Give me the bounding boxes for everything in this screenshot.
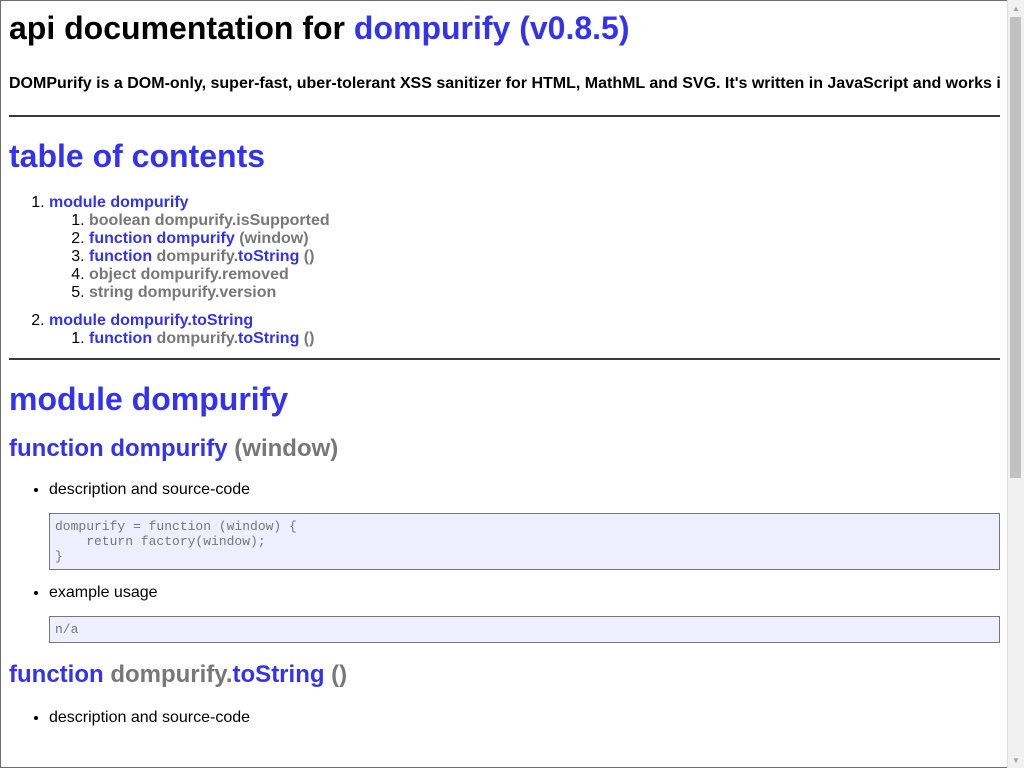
toc-item-link[interactable]: function dompurify.toString () xyxy=(89,330,314,347)
scroll-thumb[interactable] xyxy=(1010,17,1021,478)
description-label: description and source-code xyxy=(49,481,251,498)
toc-item: function dompurify.toString () xyxy=(89,330,1000,348)
example-item: example usage n/a xyxy=(49,584,1000,643)
toc-item-name: dompurify.removed xyxy=(140,266,289,283)
toc-module-link[interactable]: module dompurify xyxy=(49,194,189,211)
example-code-block: n/a xyxy=(49,616,1000,643)
description-item: description and source-code dompurify = … xyxy=(49,481,1000,570)
toc-item-name: toString xyxy=(238,248,300,265)
toc-sub-list: boolean dompurify.isSupported function d… xyxy=(49,212,1000,302)
function-details: description and source-code dompurify = … xyxy=(9,481,1000,643)
toc-item: boolean dompurify.isSupported xyxy=(89,212,1000,230)
toc-item-name: dompurify xyxy=(156,230,235,247)
function-name: dompurify xyxy=(110,435,228,462)
divider xyxy=(9,358,1000,360)
toc-item-args: (window) xyxy=(234,230,309,247)
function-keyword: function xyxy=(9,435,104,462)
toc-item-type: boolean xyxy=(89,212,151,229)
toc-item-name: dompurify.version xyxy=(137,284,277,301)
toc-list: module dompurify boolean dompurify.isSup… xyxy=(9,194,1000,348)
scroll-up-arrow-icon[interactable]: ▲ xyxy=(1008,0,1024,16)
page-title-prefix: api documentation for xyxy=(9,10,354,46)
toc-item-link[interactable]: string dompurify.version xyxy=(89,284,276,301)
function-keyword: function xyxy=(9,661,104,688)
toc-item-name: dompurify.isSupported xyxy=(154,212,330,229)
toc-item: string dompurify.version xyxy=(89,284,1000,302)
toc-item-type: string xyxy=(89,284,134,301)
description-label: description and source-code xyxy=(49,709,251,726)
module-title: module dompurify xyxy=(9,381,289,417)
function-details: description and source-code xyxy=(9,709,1000,727)
toc-item-name: toString xyxy=(238,330,300,347)
document-frame: api documentation for dompurify (v0.8.5)… xyxy=(0,0,1008,768)
toc-item-link[interactable]: function dompurify (window) xyxy=(89,230,309,247)
toc-item-args: () xyxy=(299,330,315,347)
function-title: function dompurify (window) xyxy=(9,435,1000,463)
toc-item-type: function xyxy=(89,330,153,347)
vertical-scrollbar[interactable]: ▲ ▼ xyxy=(1007,0,1024,768)
toc-title: table of contents xyxy=(9,138,266,174)
function-name-prefix: dompurify. xyxy=(110,661,233,688)
toc-item-link[interactable]: boolean dompurify.isSupported xyxy=(89,212,330,229)
source-code-block: dompurify = function (window) { return f… xyxy=(49,513,1000,570)
toc-item-name-prefix: dompurify. xyxy=(156,330,239,347)
example-label: example usage xyxy=(49,584,158,601)
toc-item: object dompurify.removed xyxy=(89,266,1000,284)
toc-sub-list: function dompurify.toString () xyxy=(49,330,1000,348)
description-item: description and source-code xyxy=(49,709,1000,727)
document-page: api documentation for dompurify (v0.8.5)… xyxy=(9,1,1000,727)
function-args: () xyxy=(324,661,348,688)
page-title-link[interactable]: dompurify (v0.8.5) xyxy=(354,10,630,46)
toc-item-link[interactable]: function dompurify.toString () xyxy=(89,248,314,265)
toc-item-args: () xyxy=(299,248,315,265)
function-name: toString xyxy=(232,661,325,688)
function-title: function dompurify.toString () xyxy=(9,661,1000,689)
toc-module-link[interactable]: module dompurify.toString xyxy=(49,312,253,329)
package-description: DOMPurify is a DOM-only, super-fast, ube… xyxy=(9,75,1000,92)
scroll-down-arrow-icon[interactable]: ▼ xyxy=(1008,752,1024,768)
divider xyxy=(9,115,1000,117)
toc-item-type: object xyxy=(89,266,137,283)
toc-item: function dompurify (window) xyxy=(89,230,1000,248)
toc-item-link[interactable]: object dompurify.removed xyxy=(89,266,289,283)
toc-module: module dompurify.toString function dompu… xyxy=(49,312,1000,348)
toc-item-type: function xyxy=(89,248,153,265)
toc-item: function dompurify.toString () xyxy=(89,248,1000,266)
function-args: (window) xyxy=(227,435,339,462)
toc-item-name-prefix: dompurify. xyxy=(156,248,239,265)
toc-module: module dompurify boolean dompurify.isSup… xyxy=(49,194,1000,302)
page-title: api documentation for dompurify (v0.8.5) xyxy=(9,11,1000,45)
toc-item-type: function xyxy=(89,230,153,247)
